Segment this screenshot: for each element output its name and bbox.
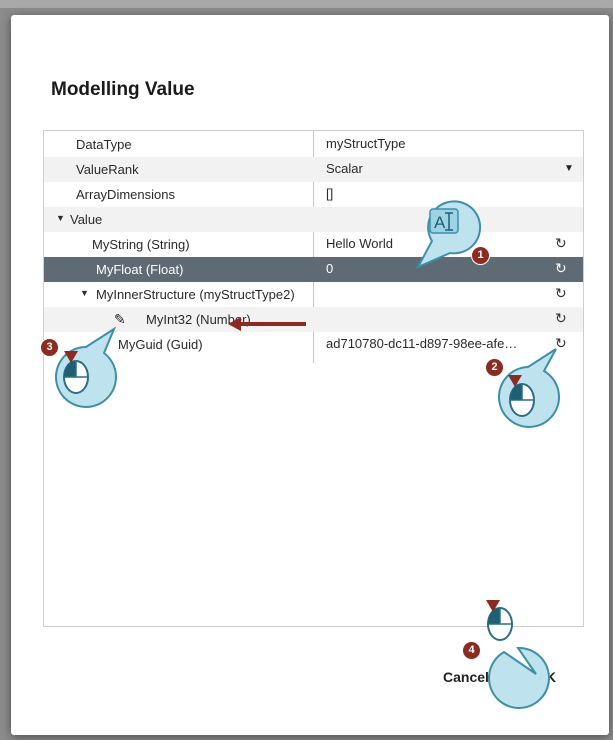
text-cursor-icon: A bbox=[415, 200, 482, 270]
row-label: MyFloat (Float) bbox=[96, 262, 184, 277]
row-value-group[interactable]: ▼ Value bbox=[44, 207, 583, 232]
mouse-click-icon bbox=[498, 348, 561, 428]
dropdown-arrow-icon[interactable]: ▼ bbox=[564, 163, 574, 174]
step-badge-4: 4 bbox=[462, 641, 481, 660]
row-label: MyGuid (Guid) bbox=[118, 337, 203, 352]
row-label: ArrayDimensions bbox=[76, 187, 175, 202]
row-datatype[interactable]: DataType myStructType bbox=[44, 132, 583, 157]
row-value: [] bbox=[326, 186, 334, 201]
reset-icon[interactable]: ↻ bbox=[555, 285, 567, 301]
reset-icon[interactable]: ↻ bbox=[555, 235, 567, 251]
row-value: myStructType bbox=[326, 136, 406, 151]
step-badge-2: 2 bbox=[485, 358, 504, 377]
valuerank-select[interactable]: Scalar bbox=[326, 161, 363, 176]
svg-text:A: A bbox=[434, 213, 446, 232]
reset-icon[interactable]: ↻ bbox=[555, 310, 567, 326]
dialog-title: Modelling Value bbox=[51, 79, 195, 100]
background-app-top bbox=[0, 0, 613, 8]
row-mystring[interactable]: MyString (String) Hello World ↻ bbox=[44, 232, 583, 257]
expand-toggle-icon[interactable]: ▼ bbox=[56, 213, 65, 223]
row-label: MyString (String) bbox=[92, 237, 190, 252]
row-label: MyInnerStructure (myStructType2) bbox=[96, 287, 295, 302]
myfloat-value-input[interactable]: 0 bbox=[326, 261, 333, 276]
step-badge-3: 3 bbox=[40, 338, 59, 357]
expand-toggle-icon[interactable]: ▼ bbox=[80, 288, 89, 298]
row-valuerank[interactable]: ValueRank Scalar ▼ bbox=[44, 157, 583, 182]
mystring-value-input[interactable]: Hello World bbox=[326, 236, 393, 251]
reset-icon[interactable]: ↻ bbox=[555, 260, 567, 276]
row-myinnerstructure[interactable]: ▼ MyInnerStructure (myStructType2) ↻ bbox=[44, 282, 583, 307]
row-label: Value bbox=[70, 212, 103, 227]
row-myfloat[interactable]: MyFloat (Float) 0 ↻ bbox=[44, 257, 583, 282]
mouse-click-icon bbox=[55, 326, 117, 408]
row-arraydimensions[interactable]: ArrayDimensions [] bbox=[44, 182, 583, 207]
row-myint32[interactable]: ✎ MyInt32 (Number) ↻ bbox=[44, 307, 583, 332]
row-label: DataType bbox=[76, 137, 132, 152]
mouse-click-icon bbox=[486, 600, 550, 709]
row-label: ValueRank bbox=[76, 162, 139, 177]
arrow-shaft bbox=[239, 322, 306, 326]
step-badge-1: 1 bbox=[471, 246, 490, 265]
